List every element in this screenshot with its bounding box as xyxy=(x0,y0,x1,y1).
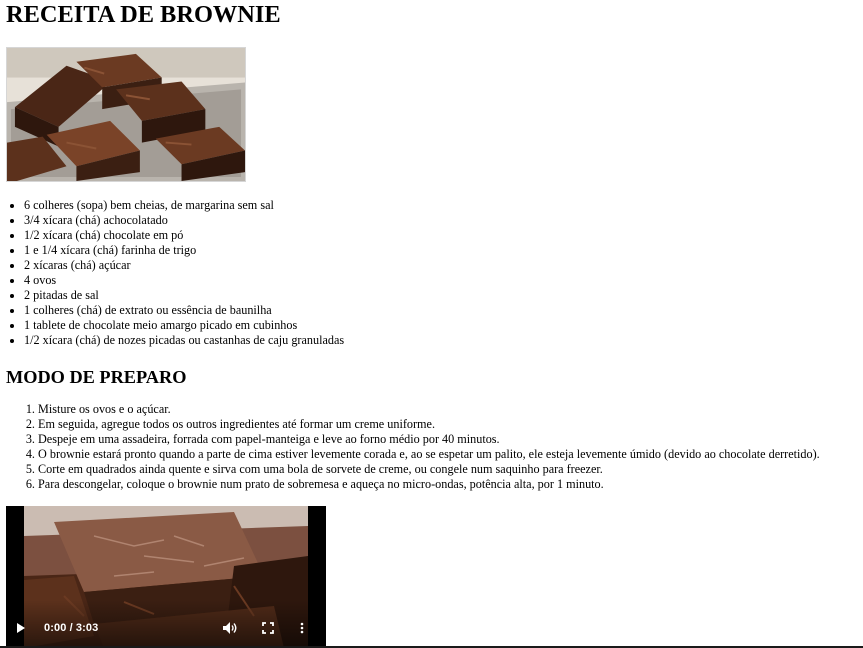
step-item: Para descongelar, coloque o brownie num … xyxy=(38,477,820,492)
video-time: 0:00 / 3:03 xyxy=(44,621,99,634)
video-player[interactable]: 0:00 / 3:03 xyxy=(6,506,326,648)
ingredient-item: 1/2 xícara (chá) chocolate em pó xyxy=(24,228,344,243)
video-controls: 0:00 / 3:03 xyxy=(6,608,326,648)
volume-icon[interactable] xyxy=(222,620,238,636)
ingredient-item: 4 ovos xyxy=(24,273,344,288)
ingredient-item: 1/2 xícara (chá) de nozes picadas ou cas… xyxy=(24,333,344,348)
step-item: Despeje em uma assadeira, forrada com pa… xyxy=(38,432,820,447)
step-item: Misture os ovos e o açúcar. xyxy=(38,402,820,417)
ingredients-list: 6 colheres (sopa) bem cheias, de margari… xyxy=(6,198,344,348)
step-item: O brownie estará pronto quando a parte d… xyxy=(38,447,820,462)
brownie-photo-image xyxy=(7,48,245,181)
ingredient-item: 2 xícaras (chá) açúcar xyxy=(24,258,344,273)
brownie-photo xyxy=(6,47,246,182)
more-options-icon[interactable] xyxy=(300,620,308,636)
ingredient-item: 2 pitadas de sal xyxy=(24,288,344,303)
ingredient-item: 6 colheres (sopa) bem cheias, de margari… xyxy=(24,198,344,213)
fullscreen-icon[interactable] xyxy=(262,620,276,636)
step-item: Em seguida, agregue todos os outros ingr… xyxy=(38,417,820,432)
step-item: Corte em quadrados ainda quente e sirva … xyxy=(38,462,820,477)
method-title: MODO DE PREPARO xyxy=(6,367,187,387)
page-title: RECEITA DE BROWNIE xyxy=(6,1,281,28)
steps-list: Misture os ovos e o açúcar. Em seguida, … xyxy=(6,402,820,492)
ingredient-item: 1 e 1/4 xícara (chá) farinha de trigo xyxy=(24,243,344,258)
ingredient-item: 3/4 xícara (chá) achocolatado xyxy=(24,213,344,228)
ingredient-item: 1 tablete de chocolate meio amargo picad… xyxy=(24,318,344,333)
ingredient-item: 1 colheres (chá) de extrato ou essência … xyxy=(24,303,344,318)
play-icon[interactable] xyxy=(16,620,30,636)
